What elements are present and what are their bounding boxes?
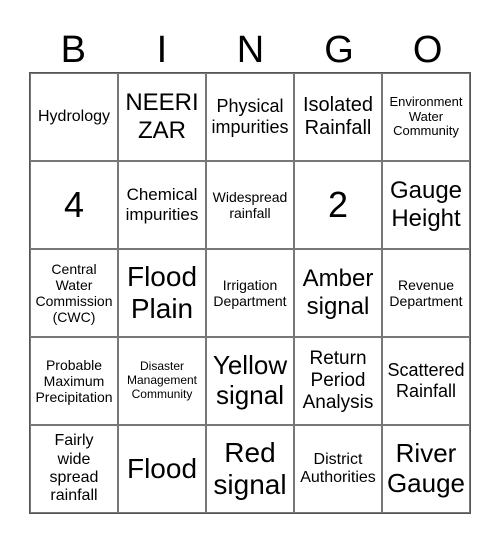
bingo-cell[interactable]: Physical impurities bbox=[206, 73, 294, 161]
bingo-cell[interactable]: District Authorities bbox=[294, 425, 382, 513]
bingo-cell[interactable]: Irrigation Department bbox=[206, 249, 294, 337]
bingo-cell[interactable]: Widespread rainfall bbox=[206, 161, 294, 249]
header-letter-n: N bbox=[236, 29, 265, 71]
bingo-cell[interactable]: NEERI ZAR bbox=[118, 73, 206, 161]
bingo-cell[interactable]: Fairly wide spread rainfall bbox=[30, 425, 118, 513]
bingo-cell[interactable]: Chemical impurities bbox=[118, 161, 206, 249]
bingo-cell[interactable]: Flood bbox=[118, 425, 206, 513]
bingo-cell[interactable]: Red signal bbox=[206, 425, 294, 513]
bingo-header: B I N G O bbox=[29, 28, 472, 72]
bingo-cell[interactable]: River Gauge bbox=[382, 425, 470, 513]
bingo-cell[interactable]: Hydrology bbox=[30, 73, 118, 161]
header-letter-b: B bbox=[60, 29, 86, 71]
bingo-cell[interactable]: Return Period Analysis bbox=[294, 337, 382, 425]
bingo-cell[interactable]: Probable Maximum Precipitation bbox=[30, 337, 118, 425]
bingo-cell[interactable]: Isolated Rainfall bbox=[294, 73, 382, 161]
header-letter-g: G bbox=[324, 29, 354, 71]
bingo-cell[interactable]: Amber signal bbox=[294, 249, 382, 337]
header-letter-i: I bbox=[156, 29, 168, 71]
bingo-cell[interactable]: Revenue Department bbox=[382, 249, 470, 337]
bingo-cell[interactable]: 2 bbox=[294, 161, 382, 249]
bingo-grid: Hydrology NEERI ZAR Physical impurities … bbox=[29, 72, 471, 514]
header-letter-o: O bbox=[412, 29, 443, 71]
bingo-cell[interactable]: Environment Water Community bbox=[382, 73, 470, 161]
bingo-cell[interactable]: Gauge Height bbox=[382, 161, 470, 249]
bingo-cell[interactable]: 4 bbox=[30, 161, 118, 249]
bingo-cell[interactable]: Flood Plain bbox=[118, 249, 206, 337]
bingo-cell[interactable]: Scattered Rainfall bbox=[382, 337, 470, 425]
bingo-cell[interactable]: Disaster Management Community bbox=[118, 337, 206, 425]
bingo-cell[interactable]: Central Water Commission (CWC) bbox=[30, 249, 118, 337]
bingo-cell[interactable]: Yellow signal bbox=[206, 337, 294, 425]
